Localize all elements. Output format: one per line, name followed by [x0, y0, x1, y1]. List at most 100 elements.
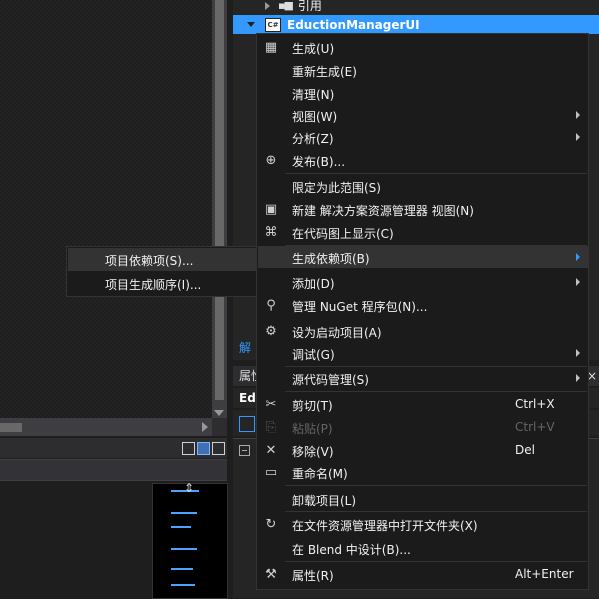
expand-view-icon[interactable] [212, 442, 225, 455]
menu-item-source-control[interactable]: 源代码管理(S) [258, 367, 588, 389]
collapse-arrow-icon[interactable] [247, 22, 255, 27]
references-icon: ▪■ [278, 0, 294, 12]
tree-item-references[interactable]: ▪■ 引用 [233, 0, 599, 15]
menu-item-label: 新建 解决方案资源管理器 视图(N) [292, 204, 474, 218]
menu-separator [285, 561, 587, 562]
menu-item-label: 发布(B)... [292, 155, 346, 169]
menu-item-show-on-code-map[interactable]: ⌘ 在代码图上显示(C) [258, 221, 588, 243]
menu-item-label: 粘贴(P) [292, 422, 333, 436]
menu-item-label: 卸载项目(L) [292, 494, 357, 508]
menu-item-build-dependencies[interactable]: 生成依赖项(B) [258, 246, 588, 268]
menu-item-label: 设为启动项目(A) [292, 326, 382, 340]
menu-item-remove[interactable]: ✕ 移除(V) Del [258, 439, 588, 461]
csharp-project-icon: C# [265, 17, 281, 32]
hscrollbar-thumb[interactable] [0, 423, 22, 432]
minimap-splitter-icon[interactable]: ⇕ [183, 482, 195, 495]
menu-item-clean[interactable]: 清理(N) [258, 82, 588, 104]
code-editor-area[interactable] [0, 0, 212, 418]
code-map-icon: ⌘ [264, 224, 278, 240]
nuget-icon: ⚲ [266, 297, 276, 313]
menu-item-label: 视图(W) [292, 110, 338, 124]
menu-item-label: 在文件资源管理器中打开文件夹(X) [292, 519, 478, 533]
menu-item-cut[interactable]: ✂ 剪切(T) Ctrl+X [258, 393, 588, 415]
menu-separator [285, 485, 587, 486]
menu-item-shortcut: Alt+Enter [515, 567, 574, 581]
submenu-arrow-icon [576, 111, 580, 119]
menu-item-shortcut: Ctrl+X [515, 397, 555, 411]
menu-item-rename[interactable]: ▭ 重命名(M) [258, 461, 588, 483]
minimize-view-icon[interactable] [197, 442, 210, 455]
menu-item-label: 在 Blend 中设计(B)... [292, 543, 411, 557]
menu-item-label: 重新生成(E) [292, 65, 357, 79]
menu-item-open-in-explorer[interactable]: ↻ 在文件资源管理器中打开文件夹(X) [258, 513, 588, 535]
project-name: EductionManagerUI [287, 17, 420, 32]
menu-item-label: 分析(Z) [292, 132, 334, 146]
output-panel-toolbar [0, 438, 227, 458]
build-icon: ▦ [264, 39, 278, 55]
submenu-item-label: 项目生成顺序(I)... [105, 278, 202, 292]
rename-icon: ▭ [264, 464, 278, 480]
new-view-icon: ▣ [264, 201, 278, 217]
menu-item-label: 在代码图上显示(C) [292, 227, 394, 241]
menu-item-new-explorer-view[interactable]: ▣ 新建 解决方案资源管理器 视图(N) [258, 198, 588, 220]
remove-icon: ✕ [265, 442, 277, 458]
categorized-view-icon[interactable] [239, 416, 255, 432]
menu-separator [285, 173, 587, 174]
menu-item-label: 管理 NuGet 程序包(N)... [292, 300, 428, 314]
menu-item-publish[interactable]: ⊕ 发布(B)... [258, 149, 588, 171]
collapse-group-icon[interactable] [239, 445, 250, 456]
submenu-item-project-dependencies[interactable]: 项目依赖项(S)... [68, 248, 256, 271]
menu-item-label: 源代码管理(S) [292, 373, 369, 387]
menu-item-rebuild[interactable]: 重新生成(E) [258, 59, 588, 81]
menu-item-scope-to-this[interactable]: 限定为此范围(S) [258, 175, 588, 197]
menu-item-add[interactable]: 添加(D) [258, 271, 588, 293]
scroll-right-arrow-icon[interactable] [202, 422, 208, 432]
scrollbar-thumb[interactable] [215, 0, 224, 400]
menu-item-label: 生成依赖项(B) [292, 252, 370, 266]
tree-item-project[interactable]: C# EductionManagerUI [233, 15, 599, 34]
split-view-icon[interactable] [182, 442, 195, 455]
editor-vertical-scrollbar[interactable] [212, 0, 227, 418]
expand-arrow-icon[interactable] [265, 1, 270, 10]
scroll-down-arrow-icon[interactable] [214, 410, 224, 416]
scissors-icon: ✂ [265, 396, 277, 412]
menu-item-label: 添加(D) [292, 277, 335, 291]
menu-item-set-startup[interactable]: ⚙ 设为启动项目(A) [258, 320, 588, 342]
menu-item-unload-project[interactable]: 卸载项目(L) [258, 488, 588, 510]
menu-item-manage-nuget[interactable]: ⚲ 管理 NuGet 程序包(N)... [258, 294, 588, 316]
submenu-arrow-icon [576, 278, 580, 286]
paste-icon: ⎘ [265, 419, 277, 435]
menu-item-properties[interactable]: ⚒ 属性(R) Alt+Enter [258, 563, 588, 585]
menu-item-paste[interactable]: ⎘ 粘贴(P) Ctrl+V [258, 416, 588, 438]
menu-item-label: 清理(N) [292, 88, 335, 102]
menu-item-label: 属性(R) [292, 569, 334, 583]
submenu-arrow-icon [576, 349, 580, 357]
menu-separator [285, 391, 587, 392]
refresh-icon: ↻ [265, 516, 277, 532]
menu-item-label: 重命名(M) [292, 467, 348, 481]
menu-item-label: 调试(G) [292, 348, 335, 362]
editor-horizontal-scrollbar[interactable] [0, 418, 212, 436]
menu-item-analyze[interactable]: 分析(Z) [258, 126, 588, 148]
menu-item-label: 移除(V) [292, 445, 334, 459]
menu-item-shortcut: Del [515, 443, 535, 457]
output-panel-field[interactable] [0, 459, 227, 481]
build-dependencies-submenu: 项目依赖项(S)... 项目生成顺序(I)... [66, 246, 258, 297]
submenu-item-label: 项目依赖项(S)... [105, 254, 194, 268]
menu-item-build[interactable]: ▦ 生成(U) [258, 36, 588, 58]
minimap-preview[interactable] [152, 483, 228, 599]
project-context-menu: ▦ 生成(U) 重新生成(E) 清理(N) 视图(W) 分析(Z) ⊕ 发布(B… [256, 33, 589, 590]
wrench-icon: ⚒ [265, 566, 277, 582]
menu-item-label: 限定为此范围(S) [292, 181, 381, 195]
menu-item-debug[interactable]: 调试(G) [258, 342, 588, 364]
submenu-item-build-order[interactable]: 项目生成顺序(I)... [68, 272, 256, 295]
submenu-arrow-icon [576, 133, 580, 141]
menu-item-design-in-blend[interactable]: 在 Blend 中设计(B)... [258, 537, 588, 559]
globe-icon: ⊕ [265, 152, 277, 168]
gear-icon: ⚙ [265, 323, 277, 339]
menu-item-label: 生成(U) [292, 42, 335, 56]
menu-separator [285, 511, 587, 512]
scrollbar-corner [212, 418, 227, 436]
menu-item-view[interactable]: 视图(W) [258, 104, 588, 126]
menu-item-shortcut: Ctrl+V [515, 420, 555, 434]
